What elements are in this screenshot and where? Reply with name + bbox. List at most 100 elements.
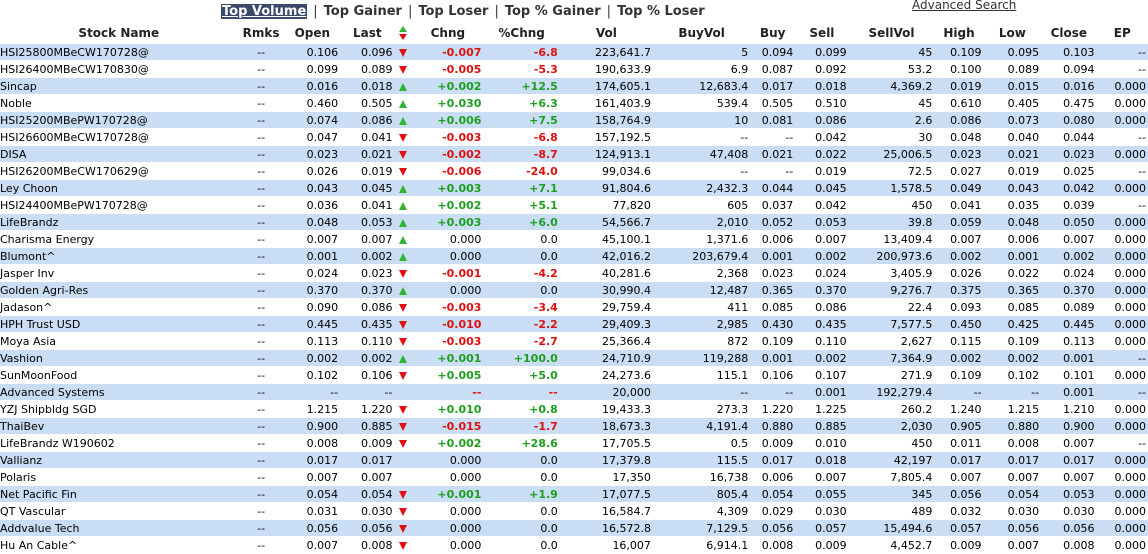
cell-close: 0.016 [1041, 77, 1097, 95]
header-stock-name[interactable]: Stock Name [0, 22, 238, 44]
cell-sell: 0.086 [795, 298, 849, 316]
cell-stock-name[interactable]: Jadason^ [0, 298, 238, 316]
cell-stock-name[interactable]: ThaiBev [0, 417, 238, 435]
cell-stock-name[interactable]: HSI25200MBePW170728@ [0, 111, 238, 129]
cell-stock-name[interactable]: Noble [0, 94, 238, 112]
cell-direction [394, 400, 413, 418]
cell-stock-name[interactable]: Polaris [0, 468, 238, 486]
header-sell[interactable]: Sell [795, 22, 848, 44]
cell-ep: 0.000 [1096, 230, 1148, 248]
cell-stock-name[interactable]: HSI26600MBeCW170728@ [0, 128, 238, 146]
tab-top-percent-gainer[interactable]: Top % Gainer [505, 4, 601, 19]
header-buyvol[interactable]: BuyVol [653, 22, 750, 44]
cell-stock-name[interactable]: HSI24400MBePW170728@ [0, 196, 238, 214]
header-rmks[interactable]: Rmks [238, 22, 285, 44]
header-pct-chng[interactable]: %Chng [483, 22, 559, 44]
cell-close: 0.002 [1041, 247, 1097, 265]
table-row[interactable]: Vallianz -- 0.017 0.017 0.000 0.0 17,379.8 115.… [0, 451, 1148, 469]
cell-direction [394, 383, 413, 401]
table-row[interactable]: HSI25800MBeCW170728@ -- 0.106 0.096 -0.007 -6… [0, 44, 1148, 61]
table-row[interactable]: Jadason^ -- 0.090 0.086 -0.003 -3.4 29,759.4 41… [0, 298, 1148, 316]
table-row[interactable]: Ley Choon -- 0.043 0.045 +0.003 +7.1 91,804.6 2… [0, 179, 1148, 197]
cell-buyvol: 0.5 [652, 434, 751, 452]
cell-stock-name[interactable]: HPH Trust USD [0, 315, 238, 333]
cell-stock-name[interactable]: Blumont^ [0, 247, 238, 265]
cell-stock-name[interactable]: Advanced Systems [0, 383, 238, 401]
table-row[interactable]: QT Vascular -- 0.031 0.030 0.000 0.0 16,584.7 4… [0, 502, 1148, 520]
header-ep[interactable]: EP [1097, 22, 1148, 44]
table-row[interactable]: HSI26600MBeCW170728@ -- 0.047 0.041 -0.003 -6… [0, 128, 1148, 146]
cell-stock-name[interactable]: Net Pacific Fin [0, 485, 238, 503]
table-row[interactable]: LifeBrandz W190602 -- 0.008 0.009 +0.002 +28.… [0, 434, 1148, 452]
table-row[interactable]: HSI26200MBeCW170629@ -- 0.026 0.019 -0.006 -2… [0, 162, 1148, 180]
cell-stock-name[interactable]: Ley Choon [0, 179, 238, 197]
cell-stock-name[interactable]: LifeBrandz W190602 [0, 434, 238, 452]
cell-stock-name[interactable]: LifeBrandz [0, 213, 238, 231]
cell-stock-name[interactable]: QT Vascular [0, 502, 238, 520]
header-last[interactable]: Last [340, 22, 394, 44]
header-vol[interactable]: Vol [560, 22, 653, 44]
table-row[interactable]: Addvalue Tech -- 0.056 0.056 0.000 0.0 16,572.… [0, 519, 1148, 537]
cell-stock-name[interactable]: Addvalue Tech [0, 519, 238, 537]
table-row[interactable]: DISA -- 0.023 0.021 -0.002 -8.7 124,913.1 47,40… [0, 145, 1148, 163]
cell-stock-name[interactable]: Moya Asia [0, 332, 238, 350]
table-row[interactable]: LifeBrandz -- 0.048 0.053 +0.003 +6.0 54,566.7… [0, 213, 1148, 231]
table-row[interactable]: HSI24400MBePW170728@ -- 0.036 0.041 +0.002 +5… [0, 196, 1148, 214]
cell-chng: 0.000 [412, 230, 484, 248]
table-row[interactable]: Sincap -- 0.016 0.018 +0.002 +12.5 174,605.1 12… [0, 77, 1148, 95]
table-row[interactable]: Noble -- 0.460 0.505 +0.030 +6.3 161,403.9 539.… [0, 94, 1148, 112]
table-row[interactable]: YZJ Shipbldg SGD -- 1.215 1.220 +0.010 +0.8 19… [0, 400, 1148, 418]
table-row[interactable]: Moya Asia -- 0.113 0.110 -0.003 -2.7 25,366.4 8… [0, 332, 1148, 350]
cell-rmks: -- [237, 417, 285, 435]
header-sellvol[interactable]: SellVol [849, 22, 935, 44]
header-low[interactable]: Low [984, 22, 1042, 44]
table-row[interactable]: HSI25200MBePW170728@ -- 0.074 0.086 +0.006 +7… [0, 111, 1148, 129]
cell-buy: 0.021 [750, 145, 796, 163]
cell-low: 0.073 [983, 111, 1042, 129]
table-row[interactable]: SunMoonFood -- 0.102 0.106 +0.005 +5.0 24,273.… [0, 366, 1148, 384]
cell-chng: -0.003 [412, 332, 484, 350]
cell-open: 0.043 [284, 179, 341, 197]
cell-stock-name[interactable]: Sincap [0, 77, 238, 95]
header-buy[interactable]: Buy [750, 22, 795, 44]
header-close[interactable]: Close [1041, 22, 1096, 44]
cell-stock-name[interactable]: Charisma Energy [0, 230, 238, 248]
table-row[interactable]: HSI26400MBeCW170830@ -- 0.099 0.089 -0.005 -5… [0, 60, 1148, 78]
header-chng[interactable]: Chng [412, 22, 483, 44]
table-row[interactable]: HPH Trust USD -- 0.445 0.435 -0.010 -2.2 29,40… [0, 315, 1148, 333]
tab-top-volume[interactable]: Top Volume [221, 4, 308, 19]
cell-stock-name[interactable]: Vashion [0, 349, 238, 367]
table-row[interactable]: Jasper Inv -- 0.024 0.023 -0.001 -4.2 40,281.6… [0, 264, 1148, 282]
cell-stock-name[interactable]: HSI26200MBeCW170629@ [0, 162, 238, 180]
tab-top-gainer[interactable]: Top Gainer [324, 4, 402, 19]
cell-stock-name[interactable]: DISA [0, 145, 238, 163]
cell-stock-name[interactable]: Hu An Cable^ [0, 536, 238, 554]
header-high[interactable]: High [934, 22, 983, 44]
tab-top-loser[interactable]: Top Loser [418, 4, 488, 19]
cell-vol: 91,804.6 [559, 179, 653, 197]
table-row[interactable]: Charisma Energy -- 0.007 0.007 0.000 0.0 45,10… [0, 230, 1148, 248]
cell-ep: 0.000 [1096, 502, 1148, 520]
table-row[interactable]: Hu An Cable^ -- 0.007 0.008 0.000 0.0 16,007 6,… [0, 536, 1148, 554]
cell-stock-name[interactable]: Golden Agri-Res [0, 281, 238, 299]
cell-high: 0.109 [934, 44, 984, 61]
table-row[interactable]: Net Pacific Fin -- 0.054 0.054 +0.001 +1.9 17,… [0, 485, 1148, 503]
cell-stock-name[interactable]: Vallianz [0, 451, 238, 469]
table-row[interactable]: Polaris -- 0.007 0.007 0.000 0.0 17,350 16,738 0… [0, 468, 1148, 486]
advanced-search-link[interactable]: Advanced Search [912, 0, 1016, 12]
table-row[interactable]: Golden Agri-Res -- 0.370 0.370 0.000 0.0 30,99… [0, 281, 1148, 299]
cell-stock-name[interactable]: YZJ Shipbldg SGD [0, 400, 238, 418]
cell-stock-name[interactable]: SunMoonFood [0, 366, 238, 384]
table-row[interactable]: Blumont^ -- 0.001 0.002 0.000 0.0 42,016.2 203,… [0, 247, 1148, 265]
cell-stock-name[interactable]: HSI26400MBeCW170830@ [0, 60, 238, 78]
header-open[interactable]: Open [285, 22, 340, 44]
cell-stock-name[interactable]: Jasper Inv [0, 264, 238, 282]
tab-top-percent-loser[interactable]: Top % Loser [617, 4, 705, 19]
cell-direction [394, 44, 413, 61]
table-row[interactable]: Vashion -- 0.002 0.002 +0.001 +100.0 24,710.9 1… [0, 349, 1148, 367]
table-row[interactable]: Advanced Systems -- -- -- -- -- 20,000 -- -- 0.00… [0, 383, 1148, 401]
table-row[interactable]: ThaiBev -- 0.900 0.885 -0.015 -1.7 18,673.3 4,1… [0, 417, 1148, 435]
header-sort[interactable] [394, 22, 412, 44]
cell-buyvol: 4,309 [652, 502, 751, 520]
cell-stock-name[interactable]: HSI25800MBeCW170728@ [0, 44, 238, 61]
